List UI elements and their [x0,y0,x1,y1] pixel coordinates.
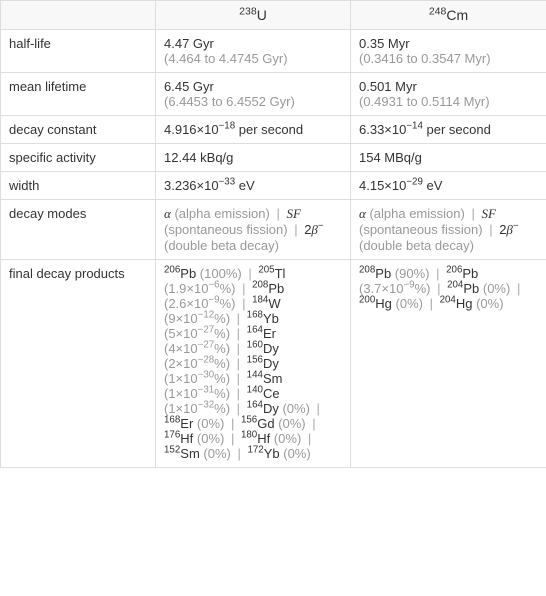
mass-number: 248 [429,5,447,17]
coefficient: 4.916×10 [164,122,219,137]
half-life-row: half-life 4.47 Gyr (4.464 to 4.4745 Gyr)… [1,30,546,73]
half-life-c2: 0.35 Myr (0.3416 to 0.3547 Myr) [351,30,546,73]
separator: | [468,206,479,221]
unit: eV [235,178,255,193]
value-range: (4.464 to 4.4745 Gyr) [164,51,288,66]
value-range: (0.3416 to 0.3547 Myr) [359,51,491,66]
row-label: mean lifetime [1,73,156,116]
separator: | [426,296,437,311]
decay-mode-item: α (alpha emission) [164,206,270,221]
decay-product-item: 206Pb (100%) [164,266,242,281]
value-main: 0.501 Myr [359,79,417,94]
coefficient: 6.33×10 [359,122,406,137]
separator: | [313,401,320,416]
specific-activity-c2: 154 MBq/g [351,144,546,172]
separator: | [238,281,249,296]
decay-product-item: 152Sm (0%) [164,446,231,461]
separator: | [233,356,244,371]
final-decay-products-c1: 206Pb (100%) | 205Tl (1.9×10−6%) | 208Pb… [156,260,351,468]
decay-product-item: 172Yb (0%) [247,446,310,461]
separator: | [273,206,284,221]
value-main: 0.35 Myr [359,36,410,51]
mean-lifetime-c2: 0.501 Myr (0.4931 to 0.5114 Myr) [351,73,546,116]
separator: | [227,416,238,431]
coefficient: 3.236×10 [164,178,219,193]
width-row: width 3.236×10−33 eV 4.15×10−29 eV [1,172,546,200]
decay-modes-c2: α (alpha emission) | SF (spontaneous fis… [351,200,546,260]
value-main: 6.45 Gyr [164,79,214,94]
decay-product-item: 204Pb (0%) [447,281,510,296]
unit: eV [423,178,443,193]
row-label: final decay products [1,260,156,468]
specific-activity-c1: 12.44 kBq/g [156,144,351,172]
row-label: width [1,172,156,200]
isotope-comparison-table: 238U 248Cm half-life 4.47 Gyr (4.464 to … [0,0,546,468]
value-range: (0.4931 to 0.5114 Myr) [359,94,490,109]
value-main: 4.47 Gyr [164,36,214,51]
separator: | [233,311,244,326]
separator: | [304,431,311,446]
separator: | [233,326,244,341]
decay-product-item: 208Pb (90%) [359,266,429,281]
column-header-u238: 238U [156,1,351,30]
separator: | [233,341,244,356]
separator: | [309,416,316,431]
final-decay-products-row: final decay products 206Pb (100%) | 205T… [1,260,546,468]
decay-product-item: 204Hg (0%) [440,296,504,311]
separator: | [291,222,302,237]
decay-constant-c2: 6.33×10−14 per second [351,116,546,144]
mean-lifetime-row: mean lifetime 6.45 Gyr (6.4453 to 6.4552… [1,73,546,116]
separator: | [233,386,244,401]
exponent: −14 [406,121,423,132]
decay-modes-c1: α (alpha emission) | SF (spontaneous fis… [156,200,351,260]
separator: | [432,266,443,281]
exponent: −33 [219,177,236,188]
mass-number: 238 [239,5,257,17]
column-header-cm248: 248Cm [351,1,546,30]
separator: | [486,222,497,237]
exponent: −29 [406,177,423,188]
separator: | [233,371,244,386]
header-row: 238U 248Cm [1,1,546,30]
separator: | [234,446,245,461]
row-label: decay modes [1,200,156,260]
specific-activity-row: specific activity 12.44 kBq/g 154 MBq/g [1,144,546,172]
unit: per second [235,122,303,137]
width-c2: 4.15×10−29 eV [351,172,546,200]
coefficient: 4.15×10 [359,178,406,193]
mean-lifetime-c1: 6.45 Gyr (6.4453 to 6.4552 Gyr) [156,73,351,116]
value-range: (6.4453 to 6.4552 Gyr) [164,94,295,109]
row-label: specific activity [1,144,156,172]
decay-constant-c1: 4.916×10−18 per second [156,116,351,144]
final-decay-products-c2: 208Pb (90%) | 206Pb (3.7×10−9%) | 204Pb … [351,260,546,468]
empty-header [1,1,156,30]
separator: | [513,281,520,296]
element-symbol: U [257,7,267,23]
decay-product-item: 200Hg (0%) [359,296,423,311]
decay-mode-item: α (alpha emission) [359,206,465,221]
unit: per second [423,122,491,137]
row-label: half-life [1,30,156,73]
decay-constant-row: decay constant 4.916×10−18 per second 6.… [1,116,546,144]
separator: | [227,431,238,446]
row-label: decay constant [1,116,156,144]
exponent: −18 [219,121,236,132]
width-c1: 3.236×10−33 eV [156,172,351,200]
half-life-c1: 4.47 Gyr (4.464 to 4.4745 Gyr) [156,30,351,73]
decay-modes-row: decay modes α (alpha emission) | SF (spo… [1,200,546,260]
element-symbol: Cm [446,7,468,23]
